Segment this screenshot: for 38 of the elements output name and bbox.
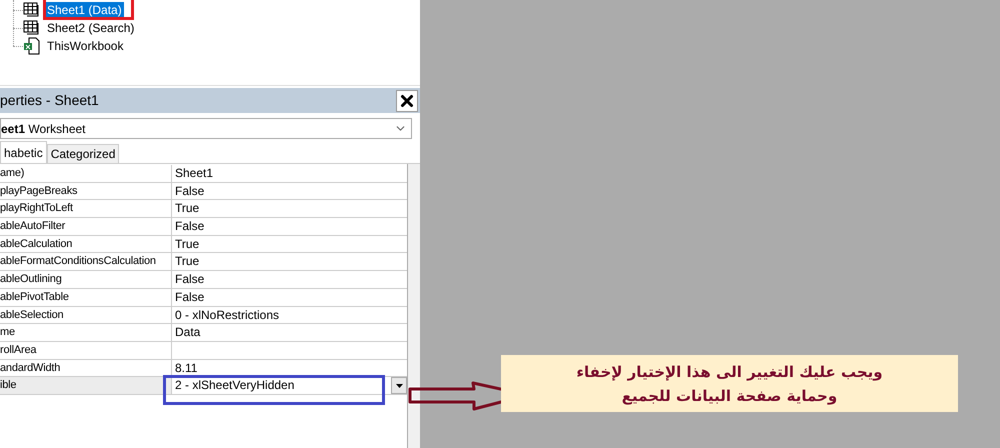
property-value: False: [174, 218, 204, 235]
tree-item[interactable]: Sheet2 (Search): [45, 20, 136, 36]
property-name: me: [0, 324, 172, 341]
property-name: ableOutlining: [0, 271, 172, 288]
tree-item[interactable]: Sheet1 (Data): [45, 2, 124, 18]
property-name: ableCalculation: [0, 236, 172, 252]
property-name: ableSelection: [0, 306, 172, 324]
property-value: Sheet1: [174, 165, 214, 182]
property-name: rollArea: [0, 342, 172, 359]
tab[interactable]: habetic: [0, 141, 47, 163]
property-value: True: [174, 253, 200, 270]
property-value: True: [174, 200, 200, 218]
property-name: playRightToLeft: [0, 200, 172, 218]
object-name: eet1 Worksheet: [1, 120, 86, 138]
property-name: ablePivotTable: [0, 288, 172, 306]
callout-text: وحماية صفحة البيانات للجميع: [622, 386, 838, 407]
tree-item[interactable]: ThisWorkbook: [45, 38, 126, 54]
property-value: 8.11: [174, 360, 198, 376]
property-value: False: [174, 182, 204, 200]
tab[interactable]: Categorized: [46, 144, 120, 163]
close-button[interactable]: [396, 90, 418, 112]
property-value: Data: [174, 324, 200, 341]
property-name: andardWidth: [0, 360, 172, 376]
property-value: True: [174, 236, 200, 252]
property-name: ableAutoFilter: [0, 218, 172, 235]
dropdown-button[interactable]: [391, 377, 407, 394]
property-value: 0 - xlNoRestrictions: [174, 306, 280, 324]
panel-title: perties - Sheet1: [0, 91, 99, 110]
object-dropdown[interactable]: eet1 Worksheet: [0, 118, 412, 139]
property-value: False: [174, 271, 204, 288]
property-name: ableFormatConditionsCalculation: [0, 253, 172, 270]
callout-text: ويجب عليك التغيير الى هذا الإختيار لإخفاء: [576, 362, 883, 383]
property-name: playPageBreaks: [0, 182, 172, 200]
property-name: ame): [0, 165, 172, 182]
property-value: False: [174, 288, 204, 306]
sheet-icon: [23, 20, 41, 36]
dropdown-arrow-icon: [396, 384, 402, 388]
workbook-icon: [23, 37, 41, 55]
